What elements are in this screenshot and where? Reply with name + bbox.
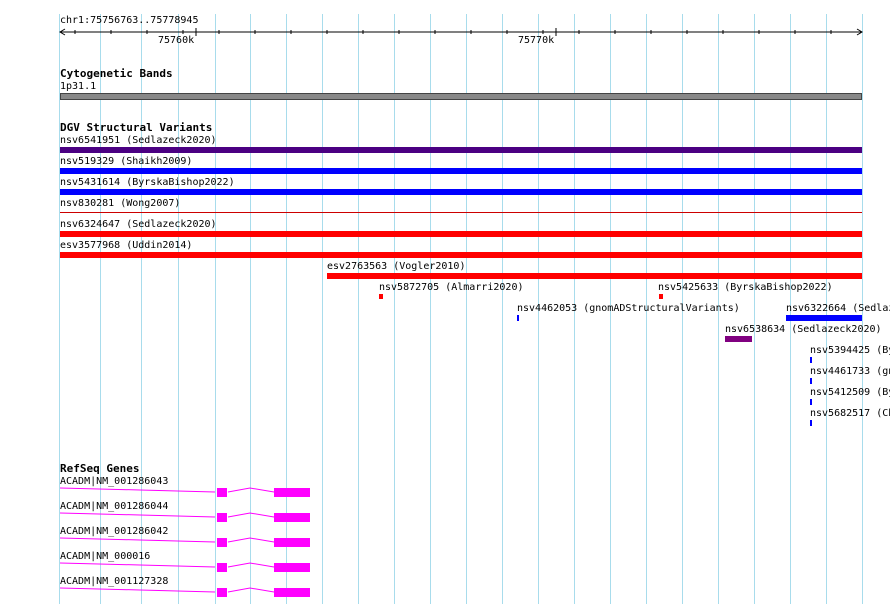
sv-label: nsv6538634 (Sedlazeck2020) xyxy=(725,324,882,335)
sv-label: esv3577968 (Uddin2014) xyxy=(60,240,193,251)
grid-line xyxy=(358,14,359,604)
sv-feature[interactable] xyxy=(659,294,663,299)
cytoband-bar[interactable] xyxy=(60,93,862,100)
sv-feature[interactable] xyxy=(810,357,812,363)
sv-label: nsv5425633 (ByrskaBishop2022) xyxy=(658,282,833,293)
sv-feature[interactable] xyxy=(327,273,862,279)
sv-label: nsv6322664 (Sedlaz xyxy=(786,303,890,314)
cytoband-label: 1p31.1 xyxy=(60,81,97,92)
locus-label: chr1:75756763..75778945 xyxy=(60,15,199,26)
sv-feature[interactable] xyxy=(379,294,383,299)
gene-model[interactable] xyxy=(60,486,320,498)
sv-label: nsv519329 (Shaikh2009) xyxy=(60,156,193,167)
sv-feature[interactable] xyxy=(60,189,862,195)
sv-feature[interactable] xyxy=(60,168,862,174)
sv-feature[interactable] xyxy=(786,315,862,321)
sv-feature[interactable] xyxy=(60,231,862,237)
sv-label: nsv5872705 (Almarri2020) xyxy=(379,282,524,293)
sv-label: nsv830281 (Wong2007) xyxy=(60,198,181,209)
dgv-track-title[interactable]: DGV Structural Variants xyxy=(60,122,212,133)
sv-label: nsv4462053 (gnomADStructuralVariants) xyxy=(517,303,740,314)
gene-model[interactable] xyxy=(60,561,320,573)
sv-feature[interactable] xyxy=(810,378,812,384)
sv-label: nsv4461733 (gn xyxy=(810,366,890,377)
sv-label: nsv5431614 (ByrskaBishop2022) xyxy=(60,177,235,188)
sv-label: nsv6541951 (Sedlazeck2020) xyxy=(60,135,217,146)
sv-feature[interactable] xyxy=(810,399,812,405)
sv-label: nsv5682517 (Ch xyxy=(810,408,890,419)
grid-line xyxy=(430,14,431,604)
sv-label: nsv5394425 (By xyxy=(810,345,890,356)
gene-model[interactable] xyxy=(60,586,320,598)
grid-line xyxy=(502,14,503,604)
cytobands-track-title[interactable]: Cytogenetic Bands xyxy=(60,68,173,79)
sv-label: esv2763563 (Vogler2010) xyxy=(327,261,466,272)
gene-model[interactable] xyxy=(60,511,320,523)
sv-feature[interactable] xyxy=(60,252,862,258)
gene-model[interactable] xyxy=(60,536,320,548)
sv-feature[interactable] xyxy=(810,420,812,426)
sv-feature[interactable] xyxy=(60,212,862,213)
refseq-track-title[interactable]: RefSeq Genes xyxy=(60,463,139,474)
grid-line xyxy=(754,14,755,604)
grid-line xyxy=(394,14,395,604)
ruler-tick-label: 75760k xyxy=(158,35,195,46)
sv-label: nsv6324647 (Sedlazeck2020) xyxy=(60,219,217,230)
grid-line xyxy=(466,14,467,604)
sv-feature[interactable] xyxy=(517,315,519,321)
ruler-tick-label: 75770k xyxy=(518,35,555,46)
sv-label: nsv5412509 (By xyxy=(810,387,890,398)
sv-feature[interactable] xyxy=(60,147,862,153)
sv-feature[interactable] xyxy=(725,336,752,342)
grid-line xyxy=(322,14,323,604)
